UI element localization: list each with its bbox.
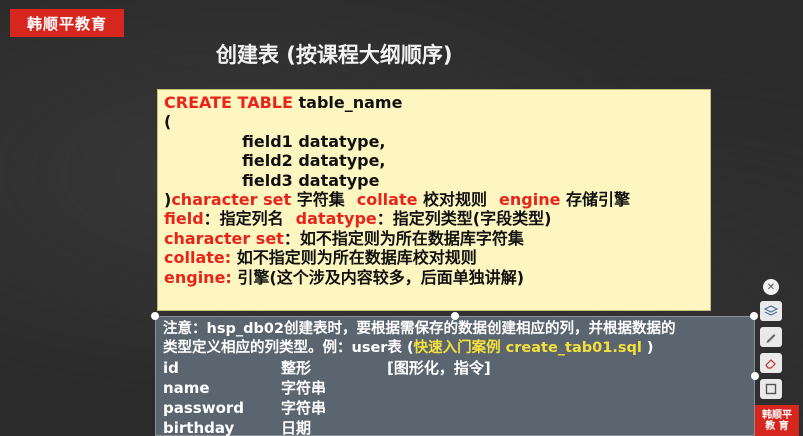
charset-keyword: character set	[171, 189, 292, 209]
engine-keyword: engine	[499, 189, 561, 209]
page-title: 创建表 (按课程大纲顺序)	[216, 43, 453, 67]
charset-text: 字符集	[291, 189, 345, 209]
brand-logo: 韩顺平教育	[10, 9, 124, 37]
annotation-toolbar: ✕	[754, 279, 788, 401]
table-row: birthday 日期	[163, 418, 754, 436]
engine-text-2: 引擎(这个涉及内容较多，后面单独讲解)	[231, 267, 525, 287]
code-field-1: field1 datatype,	[242, 131, 386, 151]
collate-keyword-2: collate:	[164, 248, 232, 268]
charset-text-2: ：如不指定则为所在数据库字符集	[283, 228, 524, 248]
eraser-icon[interactable]	[760, 353, 782, 373]
column-type: 字符串	[281, 399, 327, 417]
field-text: ：指定列名	[203, 209, 284, 229]
layers-icon[interactable]	[760, 301, 782, 321]
engine-keyword-2: engine:	[164, 267, 232, 287]
charset-keyword-2: character set	[164, 228, 284, 248]
pen-icon[interactable]	[760, 327, 782, 347]
syntax-box: CREATE TABLE table_name ( field1 datatyp…	[157, 89, 711, 311]
note-line-2: 类型定义相应的列类型。例：user表 (快速入门案例 create_tab01.…	[163, 339, 754, 358]
code-open-paren: (	[164, 112, 172, 132]
example-link: 快速入门案例 create_tab01.sql	[413, 340, 642, 356]
code-field-3: field3 datatype	[242, 170, 380, 190]
column-name: id	[163, 359, 179, 377]
code-line-charset: character set：如不指定则为所在数据库字符集	[164, 229, 710, 248]
datatype-text: ：指定列类型(字段类型)	[376, 209, 552, 229]
column-name: birthday	[163, 419, 235, 436]
column-name: name	[163, 379, 210, 397]
brand-badge: 韩顺平 教 育	[755, 405, 799, 436]
column-type: 日期	[281, 419, 312, 436]
column-type: 字符串	[281, 379, 327, 397]
resize-handle-top[interactable]	[451, 312, 459, 320]
badge-line-1: 韩顺平	[762, 409, 792, 421]
create-keyword: CREATE TABLE	[164, 93, 293, 112]
table-row: password 字符串	[163, 398, 754, 418]
column-note: [图形化，指令]	[387, 359, 491, 377]
datatype-keyword: datatype	[295, 209, 377, 229]
collate-keyword: collate	[356, 189, 418, 209]
code-line-engine: engine: 引擎(这个涉及内容较多，后面单独讲解)	[164, 268, 710, 287]
code-line-options: )character set 字符集 collate 校对规则 engine 存储引…	[164, 190, 710, 209]
table-name: table_name	[292, 93, 403, 112]
code-line-field: field：指定列名 datatype：指定列类型(字段类型)	[164, 209, 710, 228]
note-line-2-prefix: 类型定义相应的列类型。例：user表 (	[163, 340, 414, 356]
close-icon[interactable]: ✕	[763, 279, 779, 295]
resize-handle-top-left[interactable]	[151, 312, 159, 320]
frame-icon[interactable]	[760, 379, 782, 399]
badge-line-2: 教 育	[765, 420, 789, 432]
column-type: 整形	[281, 359, 312, 377]
brand-label: 韩顺平教育	[26, 14, 107, 33]
note-line-1: 注意：hsp_db02创建表时，要根据需保存的数据创建相应的列，并根据数据的	[163, 321, 676, 337]
code-line-create: CREATE TABLE table_name	[164, 93, 710, 112]
field-keyword: field	[164, 209, 204, 229]
note-panel[interactable]: 注意：hsp_db02创建表时，要根据需保存的数据创建相应的列，并根据数据的 类…	[155, 316, 755, 436]
table-row: name 字符串	[163, 378, 754, 398]
code-line-collate: collate: 如不指定则为所在数据库校对规则	[164, 248, 710, 267]
engine-text: 存储引擎	[560, 189, 631, 209]
collate-text-2: 如不指定则为所在数据库校对规则	[231, 248, 477, 268]
column-name: password	[163, 399, 245, 417]
note-line-2-suffix: )	[641, 340, 654, 356]
collate-text: 校对规则	[417, 189, 488, 209]
table-row: id 整形 [图形化，指令]	[163, 358, 754, 378]
code-field-2: field2 datatype,	[242, 151, 386, 171]
